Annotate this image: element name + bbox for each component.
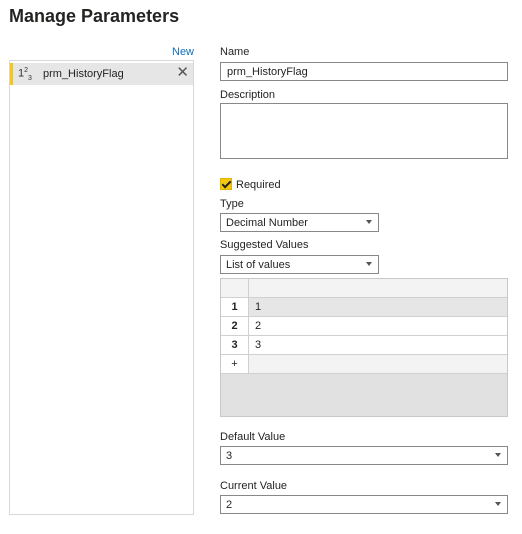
suggested-values-select[interactable]: List of values: [220, 255, 379, 274]
chevron-down-icon: [495, 502, 501, 506]
list-row[interactable]: 2 2: [221, 317, 507, 336]
list-header-corner: [221, 279, 249, 297]
required-checkbox[interactable]: [220, 178, 232, 190]
decimal-number-type-icon: 123: [18, 67, 32, 82]
name-label: Name: [220, 46, 250, 58]
name-field[interactable]: prm_HistoryFlag: [220, 62, 508, 81]
close-icon[interactable]: ✕: [176, 64, 189, 82]
default-value-select-value: 3: [226, 450, 233, 462]
suggested-values-select-value: List of values: [226, 259, 291, 271]
suggested-values-label: Suggested Values: [220, 239, 309, 251]
list-row[interactable]: 3 3: [221, 336, 507, 355]
list-row-index: 1: [221, 298, 249, 316]
default-value-select[interactable]: 3: [220, 446, 508, 465]
current-value-select-value: 2: [226, 499, 233, 511]
dialog-title: Manage Parameters: [9, 6, 180, 26]
add-row[interactable]: +: [221, 355, 507, 374]
parameter-list-item-name: prm_HistoryFlag: [43, 68, 124, 80]
current-value-select[interactable]: 2: [220, 495, 508, 514]
current-value-label: Current Value: [220, 480, 288, 492]
list-row[interactable]: 1 1: [221, 298, 507, 317]
type-select-value: Decimal Number: [226, 217, 308, 229]
new-parameter-link[interactable]: New: [172, 46, 194, 58]
list-header-row: [221, 279, 507, 298]
list-row-value[interactable]: 1: [255, 301, 261, 313]
values-list-grid: 1 1 2 2 3 3 +: [220, 278, 508, 417]
required-label: Required: [236, 179, 281, 191]
type-label: Type: [220, 198, 244, 210]
list-row-value[interactable]: 2: [255, 320, 261, 332]
list-row-value[interactable]: 3: [255, 339, 261, 351]
parameter-list-panel: 123 prm_HistoryFlag ✕: [9, 60, 194, 515]
type-select[interactable]: Decimal Number: [220, 213, 379, 232]
description-field[interactable]: [220, 103, 508, 159]
chevron-down-icon: [366, 220, 372, 224]
description-label: Description: [220, 89, 276, 101]
parameter-list-item[interactable]: 123 prm_HistoryFlag ✕: [10, 63, 193, 85]
list-row-index: 3: [221, 336, 249, 354]
default-value-label: Default Value: [220, 431, 286, 443]
add-row-button[interactable]: +: [221, 355, 249, 373]
name-field-value: prm_HistoryFlag: [227, 66, 308, 78]
chevron-down-icon: [495, 453, 501, 457]
list-row-index: 2: [221, 317, 249, 335]
chevron-down-icon: [366, 262, 372, 266]
